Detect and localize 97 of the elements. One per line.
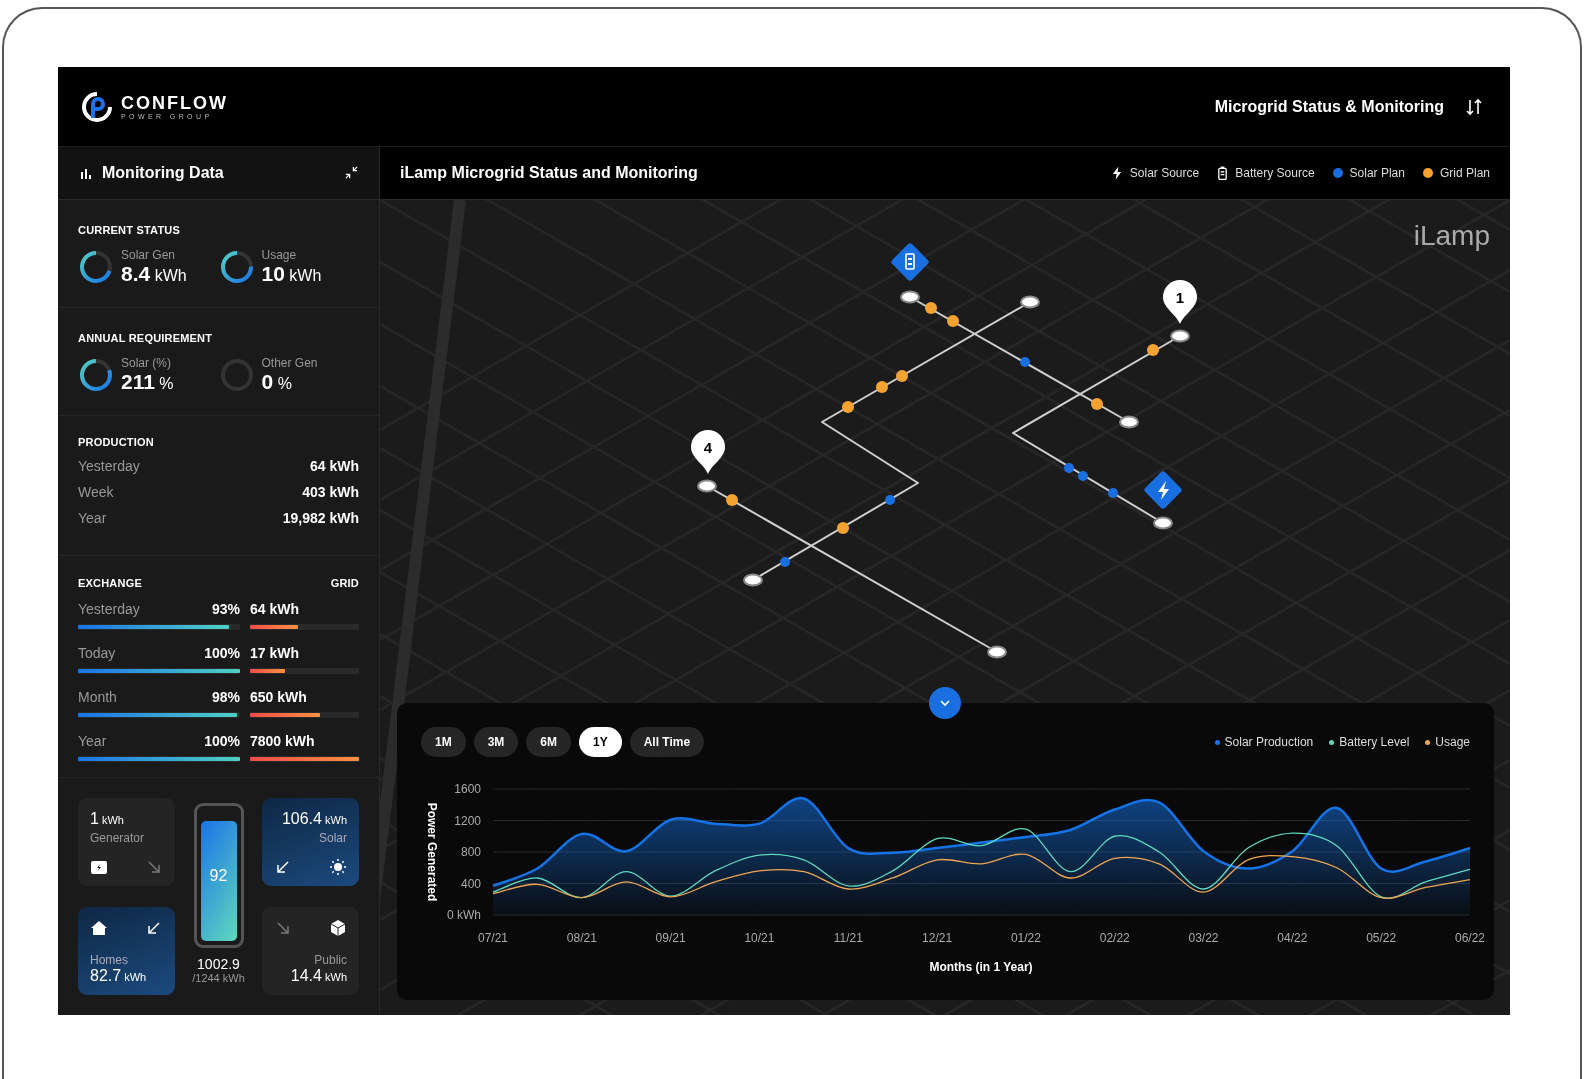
ring-gauge bbox=[78, 356, 114, 393]
card-value: 106.4 kWh bbox=[281, 810, 347, 828]
percent-value: 100% bbox=[204, 733, 240, 750]
sort-icon[interactable] bbox=[1464, 96, 1484, 117]
grid-value: 64 kWh bbox=[250, 601, 299, 618]
x-tick-label: 05/22 bbox=[1366, 931, 1397, 945]
percent-value: 98% bbox=[211, 689, 240, 706]
arrow-icon bbox=[274, 858, 292, 876]
row-label: Year bbox=[78, 733, 107, 750]
gauge-label: Other Gen bbox=[261, 355, 318, 370]
x-tick-label: 08/21 bbox=[566, 931, 597, 945]
row-value: 64 kWh bbox=[310, 457, 359, 474]
page-title: Microgrid Status & Monitoring bbox=[1214, 97, 1444, 116]
card-value: 1 kWh bbox=[90, 810, 125, 828]
range-tab[interactable]: 3M bbox=[473, 727, 519, 757]
gauge-value: 10 kWh bbox=[261, 261, 322, 286]
gauge-label: Solar (%) bbox=[121, 355, 172, 370]
row-value: 19,982 kWh bbox=[282, 509, 359, 526]
x-tick-label: 07/21 bbox=[478, 931, 508, 945]
section-heading: ANNUAL REQUIREMENT bbox=[78, 331, 213, 344]
row-label: Yesterday bbox=[78, 457, 140, 474]
sun-icon bbox=[329, 858, 347, 876]
bolt-icon bbox=[1111, 166, 1123, 180]
sidebar-title: Monitoring Data bbox=[102, 163, 225, 182]
y-tick-label: 400 bbox=[460, 876, 481, 891]
house-icon bbox=[90, 919, 108, 937]
map-pin[interactable]: 1 bbox=[1163, 280, 1197, 324]
map-title: iLamp Microgrid Status and Monitoring bbox=[400, 164, 698, 182]
legend-label: Usage bbox=[1435, 735, 1470, 749]
section-heading: PRODUCTION bbox=[78, 435, 155, 448]
card-value: 14.4 kWh bbox=[290, 967, 347, 985]
x-axis-title: Months (in 1 Year) bbox=[929, 960, 1033, 974]
row-label: Today bbox=[78, 645, 116, 662]
battery-stored: 1002.9 bbox=[197, 956, 240, 972]
cube-icon bbox=[329, 919, 347, 937]
grid-value: 7800 kWh bbox=[250, 733, 315, 750]
percent-value: 100% bbox=[204, 645, 240, 662]
column-heading: GRID bbox=[330, 577, 359, 590]
y-tick-label: 1200 bbox=[454, 813, 481, 828]
x-tick-label: 04/22 bbox=[1277, 931, 1308, 945]
legend-label: Grid Plan bbox=[1439, 166, 1490, 180]
card-label: Solar bbox=[319, 831, 347, 845]
arrow-icon bbox=[274, 919, 292, 937]
card-label: Generator bbox=[90, 831, 146, 845]
y-tick-label: 0 kWh bbox=[447, 908, 481, 922]
section-heading: EXCHANGE bbox=[78, 577, 142, 590]
range-tab[interactable]: 6M bbox=[526, 727, 571, 757]
logo-icon bbox=[81, 90, 113, 123]
range-tab[interactable]: All Time bbox=[629, 727, 705, 757]
brand-name: CONFLOW bbox=[121, 93, 228, 113]
ring-gauge bbox=[218, 248, 255, 285]
percent-value: 93% bbox=[211, 601, 240, 618]
x-tick-label: 09/21 bbox=[655, 931, 686, 945]
generator-icon bbox=[90, 858, 108, 876]
card-label: Homes bbox=[90, 953, 129, 967]
ring-gauge bbox=[218, 356, 255, 393]
gauge-value: 8.4 kWh bbox=[121, 261, 187, 286]
x-tick-label: 11/21 bbox=[833, 931, 863, 945]
y-tick-label: 800 bbox=[460, 845, 481, 859]
legend-label: Solar Plan bbox=[1349, 166, 1405, 180]
grid-value: 17 kWh bbox=[250, 645, 299, 662]
grid-value: 650 kWh bbox=[250, 689, 307, 706]
gauge-label: Solar Gen bbox=[121, 247, 177, 262]
card-value: 82.7 kWh bbox=[90, 967, 148, 985]
battery-capacity: /1244 kWh bbox=[192, 972, 245, 984]
gauge-value: 211 % bbox=[121, 369, 174, 394]
map-logo: iLamp bbox=[1413, 220, 1490, 252]
collapse-icon[interactable] bbox=[344, 165, 359, 181]
x-tick-label: 02/22 bbox=[1099, 931, 1130, 945]
range-tab[interactable]: 1M bbox=[421, 727, 466, 757]
row-value: 403 kWh bbox=[302, 483, 359, 500]
x-tick-label: 03/22 bbox=[1188, 931, 1219, 945]
battery-charge: 92 bbox=[208, 866, 229, 885]
legend-label: Battery Level bbox=[1339, 735, 1410, 749]
map-pin[interactable]: 4 bbox=[691, 430, 725, 474]
range-tab[interactable]: 1Y bbox=[579, 727, 622, 757]
row-label: Week bbox=[78, 483, 114, 500]
battery-icon bbox=[1217, 166, 1229, 180]
ring-gauge bbox=[78, 248, 114, 285]
arrow-icon bbox=[145, 858, 163, 876]
x-tick-label: 01/22 bbox=[1010, 931, 1041, 945]
y-tick-label: 1600 bbox=[454, 782, 481, 796]
arrow-icon bbox=[145, 919, 163, 937]
gauge-label: Usage bbox=[261, 247, 298, 262]
legend-label: Solar Source bbox=[1129, 166, 1200, 180]
gauge-value: 0 % bbox=[261, 369, 293, 394]
row-label: Month bbox=[78, 689, 117, 706]
x-tick-label: 10/21 bbox=[744, 931, 775, 945]
x-tick-label: 12/21 bbox=[922, 931, 953, 945]
legend-label: Battery Source bbox=[1235, 166, 1315, 180]
y-axis-title: Power Generated bbox=[425, 802, 439, 902]
legend-label: Solar Production bbox=[1224, 735, 1314, 749]
row-label: Year bbox=[78, 509, 107, 526]
x-tick-label: 06/22 bbox=[1455, 931, 1485, 945]
row-label: Yesterday bbox=[78, 601, 140, 618]
section-heading: CURRENT STATUS bbox=[78, 223, 180, 236]
card-label: Public bbox=[314, 953, 347, 967]
